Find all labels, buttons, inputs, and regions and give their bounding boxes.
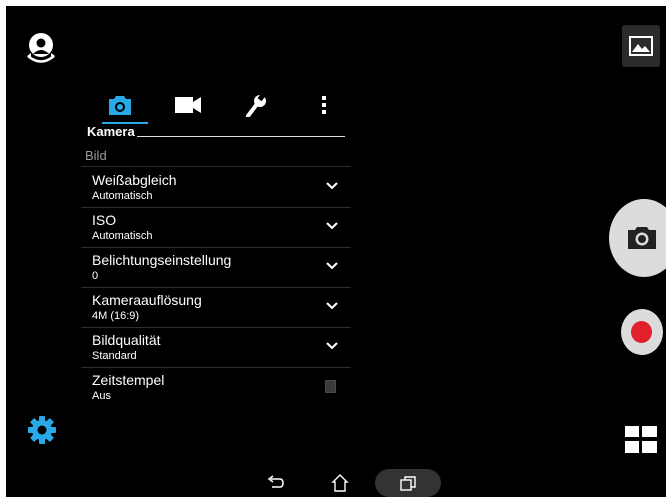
shutter-button[interactable] [609, 199, 666, 277]
chevron-down-icon[interactable] [326, 302, 338, 310]
camera-shutter-icon [627, 226, 657, 250]
chevron-down-icon[interactable] [326, 262, 338, 270]
grid-modes-icon[interactable] [625, 426, 657, 453]
category-label: Bild [85, 148, 107, 163]
camera-icon [108, 94, 132, 116]
setting-name: Weißabgleich [92, 172, 177, 188]
setting-row-quality[interactable]: Bildqualität Standard [81, 328, 351, 368]
timestamp-checkbox[interactable] [325, 380, 336, 393]
tab-video[interactable] [166, 86, 210, 124]
chevron-down-icon[interactable] [326, 182, 338, 190]
wrench-icon [245, 93, 267, 117]
setting-value: Standard [92, 350, 137, 362]
chevron-down-icon[interactable] [326, 222, 338, 230]
setting-row-resolution[interactable]: Kameraauflösung 4M (16:9) [81, 288, 351, 328]
tab-more[interactable] [302, 86, 346, 124]
setting-name: ISO [92, 212, 117, 228]
home-icon [331, 473, 349, 493]
chevron-down-icon[interactable] [326, 342, 338, 350]
setting-name: Zeitstempel [92, 372, 165, 388]
back-button[interactable] [265, 475, 285, 491]
settings-panel: Kamera Bild Weißabgleich Automatisch ISO… [6, 6, 366, 401]
tab-tools[interactable] [234, 86, 278, 124]
divider [81, 166, 351, 167]
video-camera-icon [175, 96, 201, 114]
more-vertical-icon [321, 95, 327, 115]
setting-value: Aus [92, 390, 111, 401]
record-button[interactable] [621, 309, 663, 355]
recents-icon [400, 476, 416, 491]
setting-name: Belichtungseinstellung [92, 252, 232, 268]
gallery-icon [629, 36, 653, 56]
setting-name: Bildqualität [92, 332, 161, 348]
setting-row-white-balance[interactable]: Weißabgleich Automatisch [81, 168, 351, 208]
back-icon [265, 475, 285, 491]
setting-row-iso[interactable]: ISO Automatisch [81, 208, 351, 248]
section-title-rule [137, 136, 345, 137]
gear-icon[interactable] [27, 415, 57, 445]
setting-name: Kameraauflösung [92, 292, 202, 308]
gallery-button[interactable] [622, 25, 660, 67]
camera-screen: Kamera Bild Weißabgleich Automatisch ISO… [6, 6, 666, 497]
setting-value: Automatisch [92, 230, 153, 242]
home-button[interactable] [331, 473, 349, 493]
tab-camera[interactable] [98, 86, 142, 124]
setting-row-exposure[interactable]: Belichtungseinstellung 0 [81, 248, 351, 288]
record-icon [631, 321, 652, 343]
section-title: Kamera [87, 124, 135, 139]
recents-button[interactable] [375, 469, 441, 497]
setting-value: 0 [92, 270, 99, 282]
setting-value: Automatisch [92, 190, 153, 202]
setting-value: 4M (16:9) [92, 310, 140, 322]
setting-row-timestamp[interactable]: Zeitstempel Aus [81, 368, 351, 401]
